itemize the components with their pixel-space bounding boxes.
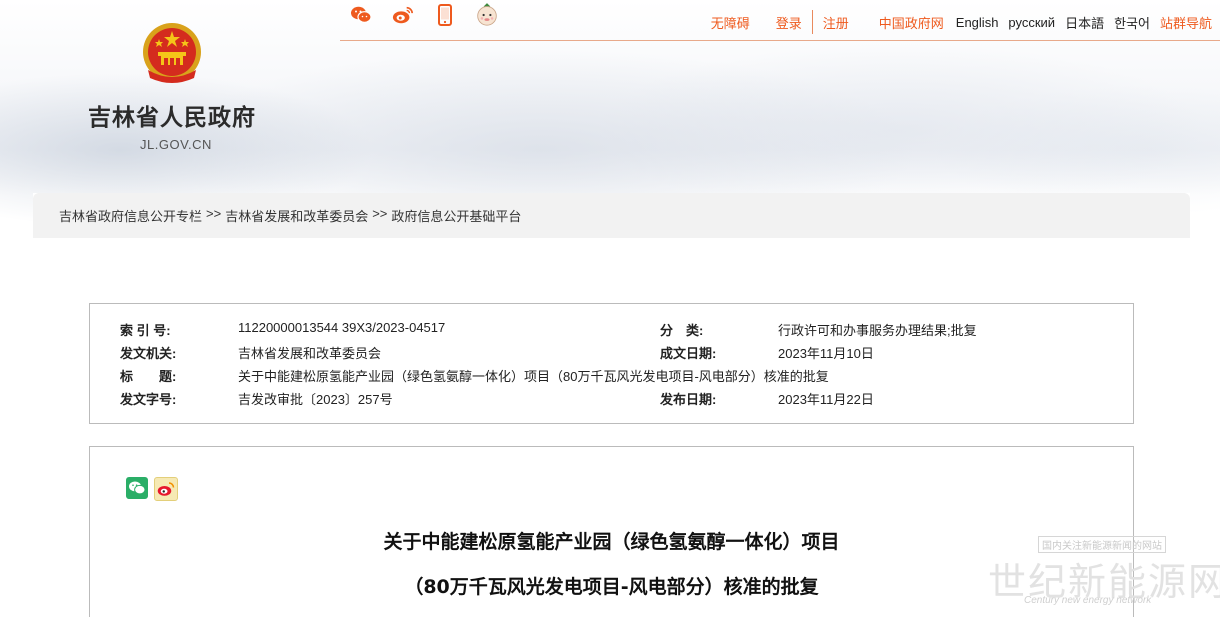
published-date-value: 2023年11月22日 bbox=[778, 392, 874, 407]
breadcrumb-separator: >> bbox=[206, 206, 222, 221]
weibo-share-icon[interactable] bbox=[154, 477, 178, 501]
issuer-value: 吉林省发展和改革委员会 bbox=[238, 346, 382, 361]
index-value: 11220000013544 39X3/2023-04517 bbox=[238, 320, 446, 335]
document-metadata-table: 索 引 号: 11220000013544 39X3/2023-04517 分 … bbox=[89, 303, 1134, 424]
breadcrumb-separator: >> bbox=[372, 206, 388, 221]
site-domain: JL.GOV.CN bbox=[140, 137, 212, 152]
meta-row-issuer: 发文机关: 吉林省发展和改革委员会 成文日期: 2023年11月10日 bbox=[90, 343, 1133, 365]
mobile-icon[interactable] bbox=[434, 4, 456, 26]
published-date-label: 发布日期: bbox=[660, 392, 717, 407]
mascot-icon[interactable] bbox=[476, 3, 498, 26]
meta-row-title: 标 题: 关于中能建松原氢能产业园（绿色氢氨醇一体化）项目（80万千瓦风光发电项… bbox=[90, 366, 1133, 388]
gov-portal-link[interactable]: 中国政府网 bbox=[879, 13, 944, 32]
share-buttons bbox=[126, 477, 178, 501]
login-register-divider bbox=[811, 10, 813, 34]
category-label: 分 类: bbox=[660, 323, 704, 338]
register-link[interactable]: 注册 bbox=[823, 13, 849, 32]
meta-row-index: 索 引 号: 11220000013544 39X3/2023-04517 分 … bbox=[90, 320, 1133, 342]
site-nav-link[interactable]: 站群导航 bbox=[1160, 13, 1212, 32]
login-link[interactable]: 登录 bbox=[776, 13, 802, 32]
docno-value: 吉发改审批〔2023〕257号 bbox=[238, 392, 393, 407]
title-value: 关于中能建松原氢能产业园（绿色氢氨醇一体化）项目（80万千瓦风光发电项目-风电部… bbox=[238, 369, 829, 384]
wechat-icon[interactable] bbox=[350, 4, 372, 26]
japanese-link[interactable]: 日本語 bbox=[1065, 13, 1104, 32]
header-divider-line bbox=[340, 40, 1220, 41]
wechat-share-icon[interactable] bbox=[126, 477, 148, 499]
english-link[interactable]: English bbox=[956, 15, 999, 30]
russian-link[interactable]: русский bbox=[1008, 15, 1055, 30]
index-label: 索 引 号: bbox=[120, 323, 171, 338]
header-social-icons bbox=[350, 3, 498, 26]
category-value: 行政许可和办事服务办理结果;批复 bbox=[778, 323, 977, 338]
docno-label: 发文字号: bbox=[120, 392, 177, 407]
site-title[interactable]: 吉林省人民政府 bbox=[88, 98, 256, 132]
breadcrumb-item-ndrc[interactable]: 吉林省发展和改革委员会 bbox=[225, 206, 368, 225]
breadcrumb-item-platform[interactable]: 政府信息公开基础平台 bbox=[391, 206, 521, 225]
issuer-label: 发文机关: bbox=[120, 346, 177, 361]
korean-link[interactable]: 한국어 bbox=[1114, 13, 1150, 32]
accessibility-link[interactable]: 无障碍 bbox=[711, 13, 750, 32]
created-date-label: 成文日期: bbox=[660, 346, 717, 361]
breadcrumb-item-info-column[interactable]: 吉林省政府信息公开专栏 bbox=[59, 206, 202, 225]
header-top-links: 无障碍 登录 注册 中国政府网 English русский 日本語 한국어 … bbox=[701, 10, 1212, 34]
meta-row-docno: 发文字号: 吉发改审批〔2023〕257号 发布日期: 2023年11月22日 bbox=[90, 389, 1133, 411]
document-title-line-2: （80万千瓦风光发电项目-风电部分）核准的批复 bbox=[404, 576, 819, 598]
title-label: 标 题: bbox=[120, 369, 177, 384]
document-title-line-1: 关于中能建松原氢能产业园（绿色氢氨醇一体化）项目 bbox=[383, 531, 840, 553]
created-date-value: 2023年11月10日 bbox=[778, 346, 874, 361]
breadcrumb: 吉林省政府信息公开专栏 >> 吉林省发展和改革委员会 >> 政府信息公开基础平台 bbox=[33, 193, 1190, 238]
national-emblem-logo[interactable] bbox=[140, 22, 204, 88]
document-content: 关于中能建松原氢能产业园（绿色氢氨醇一体化）项目 （80万千瓦风光发电项目-风电… bbox=[89, 446, 1134, 617]
weibo-icon[interactable] bbox=[392, 4, 414, 26]
